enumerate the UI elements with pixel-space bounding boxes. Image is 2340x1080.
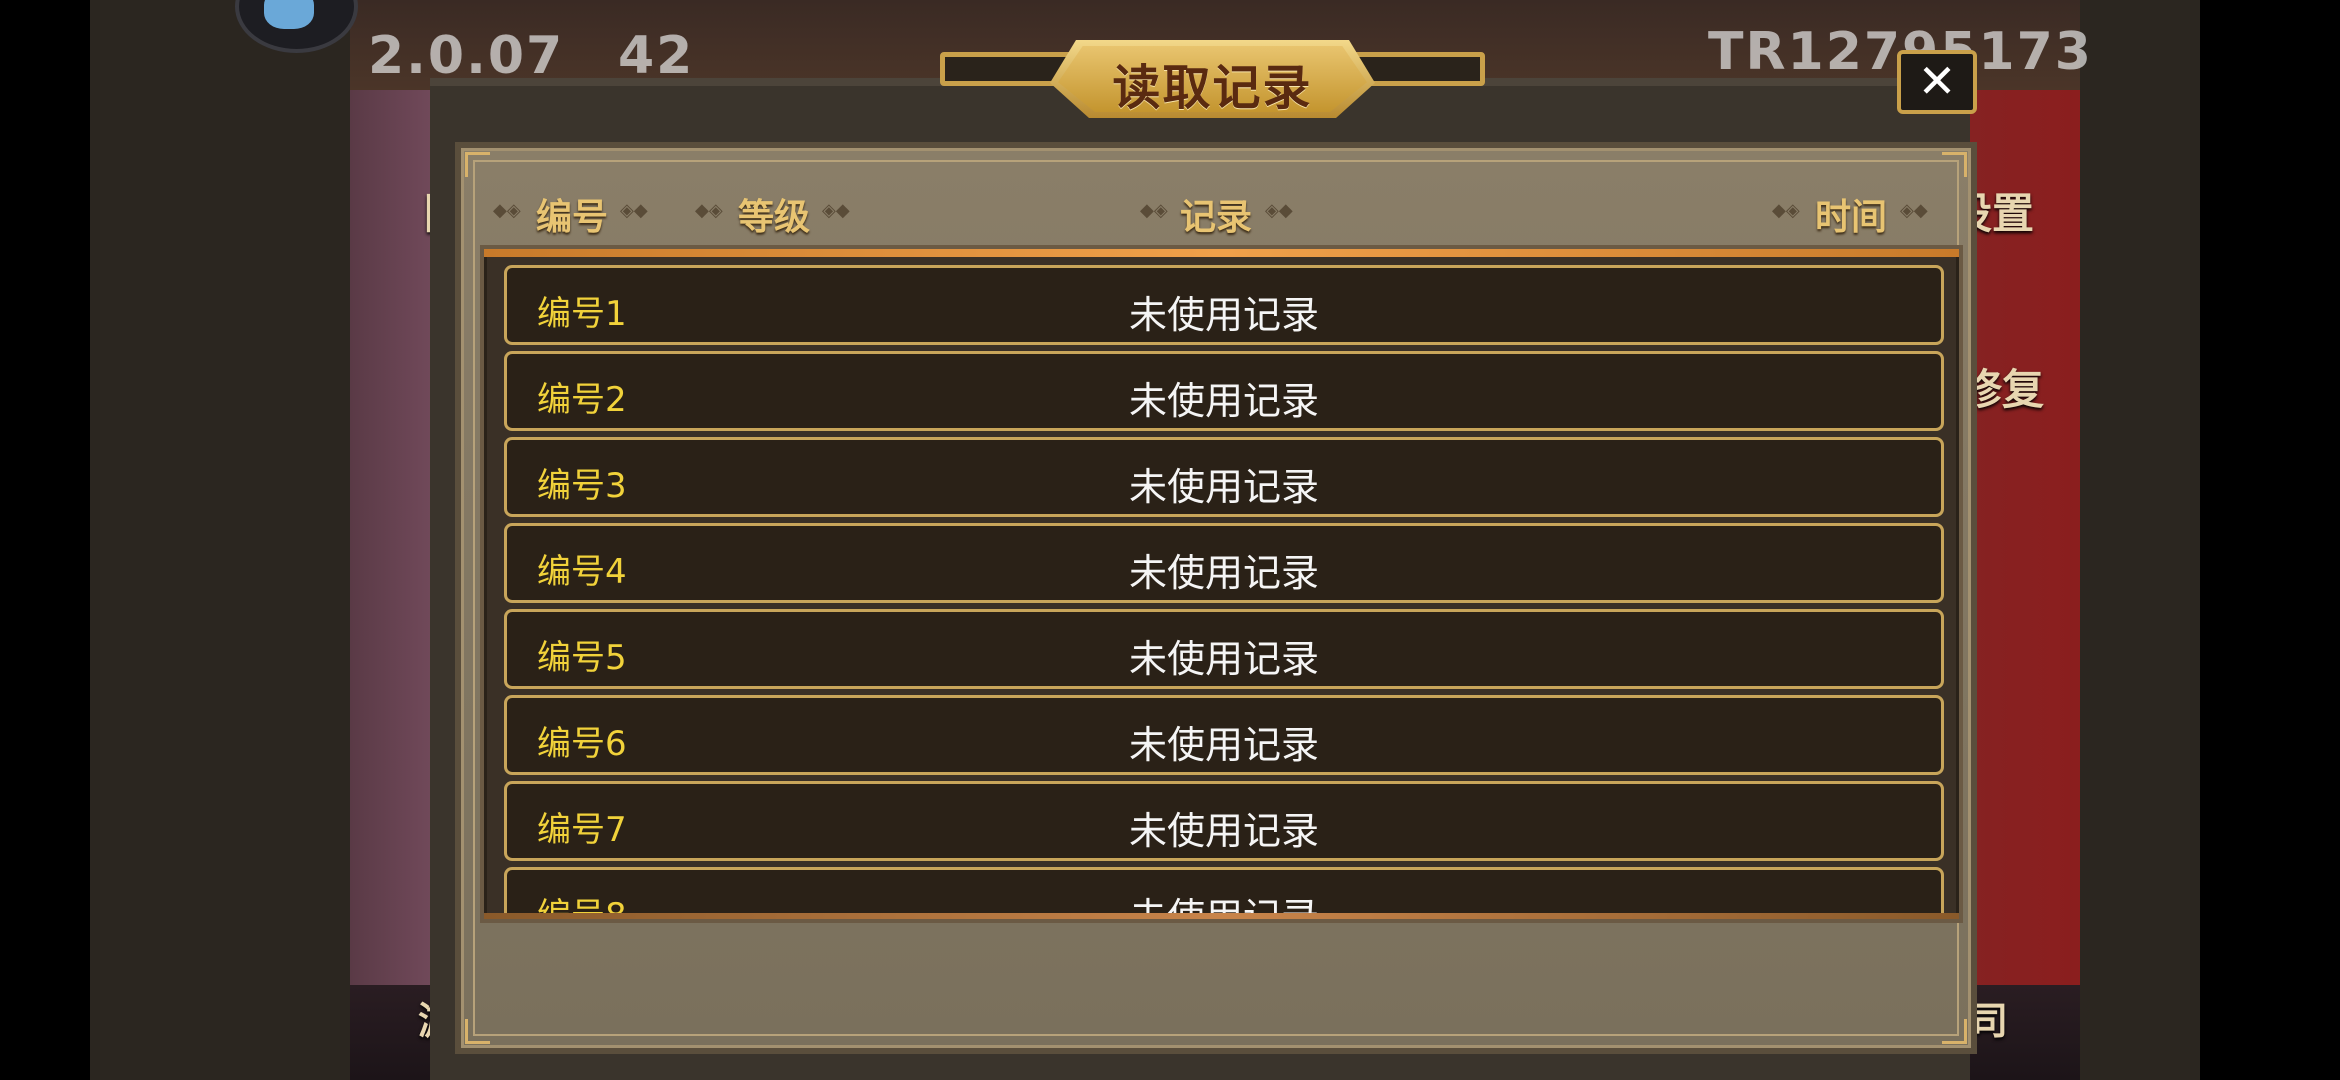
slot-record: 未使用记录 <box>1128 551 1319 595</box>
slot-record: 未使用记录 <box>1128 379 1319 423</box>
close-icon: ✕ <box>1917 54 1957 108</box>
header-ornament-icon: ◈◆ <box>822 200 850 221</box>
slot-record: 未使用记录 <box>1128 465 1319 509</box>
corner-ornament-icon <box>1942 152 1967 177</box>
record-slot-6[interactable]: 编号6 未使用记录 <box>504 695 1944 775</box>
ping-label: 42 <box>618 26 695 86</box>
header-ornament-icon: ◆◈ <box>1772 200 1800 221</box>
record-slot-7[interactable]: 编号7 未使用记录 <box>504 781 1944 861</box>
record-rows: 编号1 未使用记录 编号2 未使用记录 编号3 未使用记录 编号4 未使用记录 … <box>504 265 1944 919</box>
dialog-title: 读取记录 <box>1112 60 1313 116</box>
record-list[interactable]: 编号1 未使用记录 编号2 未使用记录 编号3 未使用记录 编号4 未使用记录 … <box>480 245 1963 923</box>
header-ornament-icon: ◆◈ <box>695 200 723 221</box>
column-header-level: 等级 <box>738 197 811 238</box>
column-header-number: 编号 <box>536 197 609 238</box>
header-ornament-icon: ◈◆ <box>620 200 648 221</box>
list-bottom-border <box>484 913 1959 919</box>
header-ornament-icon: ◆◈ <box>1140 200 1168 221</box>
close-button[interactable]: ✕ <box>1897 50 1977 114</box>
avatar-icon <box>264 0 314 29</box>
slot-record: 未使用记录 <box>1128 637 1319 681</box>
record-slot-4[interactable]: 编号4 未使用记录 <box>504 523 1944 603</box>
record-slot-3[interactable]: 编号3 未使用记录 <box>504 437 1944 517</box>
header-ornament-icon: ◈◆ <box>1900 200 1928 221</box>
slot-record: 未使用记录 <box>1128 809 1319 853</box>
record-slot-2[interactable]: 编号2 未使用记录 <box>504 351 1944 431</box>
slot-record: 未使用记录 <box>1128 723 1319 767</box>
column-header-time: 时间 <box>1815 197 1888 238</box>
record-slot-5[interactable]: 编号5 未使用记录 <box>504 609 1944 689</box>
slot-record: 未使用记录 <box>1128 293 1319 337</box>
corner-ornament-icon <box>465 152 490 177</box>
list-top-border <box>484 249 1959 257</box>
header-ornament-icon: ◈◆ <box>1265 200 1293 221</box>
dialog-title-plaque: 读取记录 <box>940 40 1485 120</box>
corner-ornament-icon <box>465 1019 490 1044</box>
version-label: 2.0.07 <box>368 26 565 86</box>
column-header-record: 记录 <box>1180 197 1253 238</box>
record-slot-1[interactable]: 编号1 未使用记录 <box>504 265 1944 345</box>
game-screen: 2.0.07 42 TR12795173 图 设置 修复 游 司 读取记录 ✕ … <box>0 0 2340 1080</box>
header-ornament-icon: ◆◈ <box>493 200 521 221</box>
corner-ornament-icon <box>1942 1019 1967 1044</box>
